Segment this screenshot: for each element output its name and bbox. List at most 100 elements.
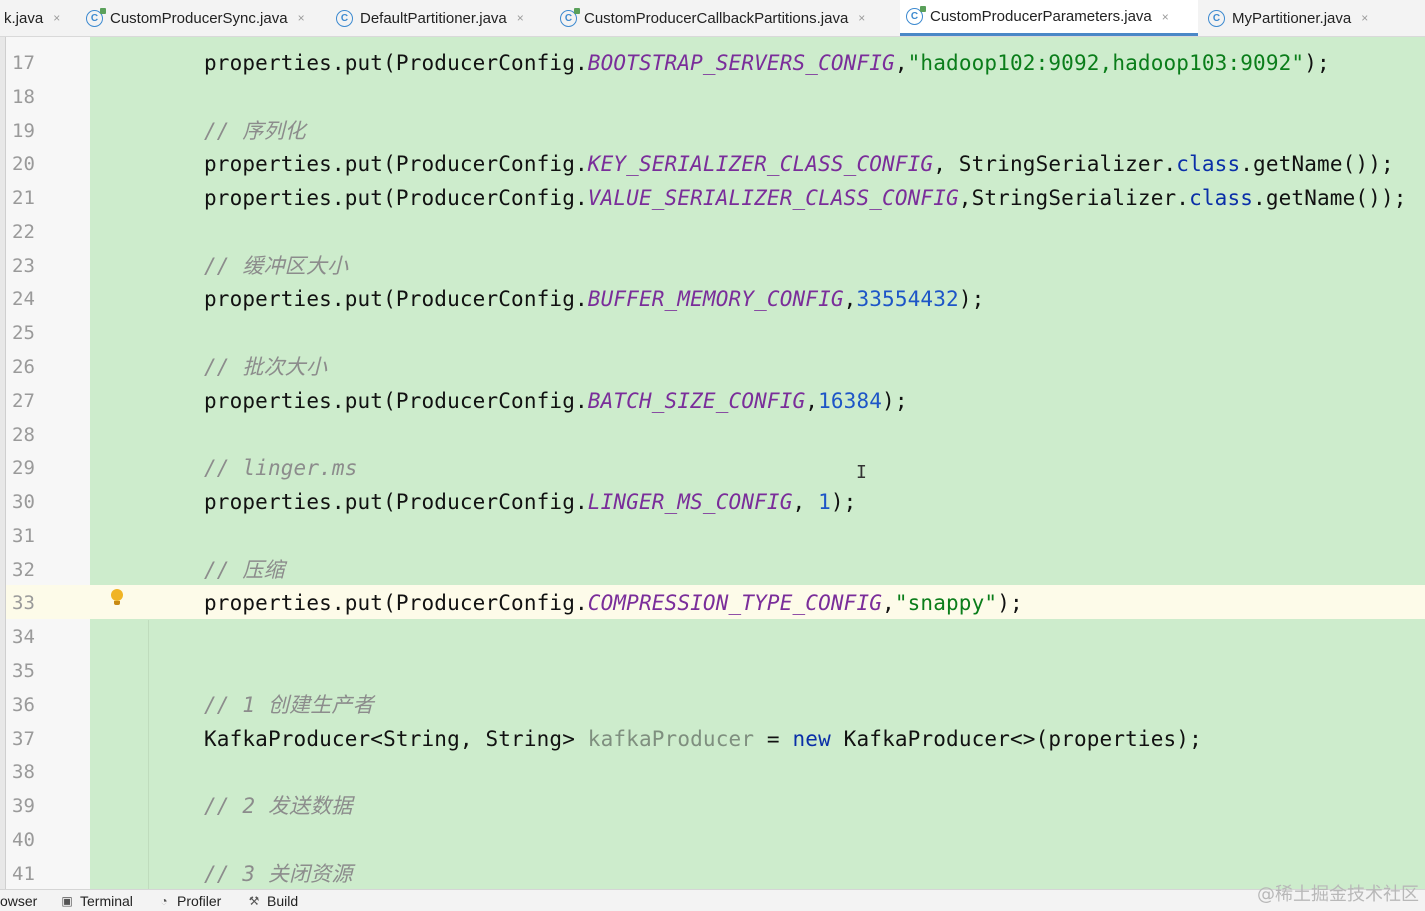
code-text[interactable]: properties.put(ProducerConfig.VALUE_SERI… — [204, 181, 1407, 215]
code-line[interactable]: 39 // 2 发送数据 — [0, 789, 1425, 823]
code-text[interactable]: // linger.ms — [204, 451, 358, 485]
close-icon[interactable]: × — [1162, 10, 1169, 24]
code-line[interactable]: 19 // 序列化 — [0, 114, 1425, 148]
code-token: LINGER_MS_CONFIG — [587, 490, 793, 515]
code-line[interactable]: 32 // 压缩 — [0, 553, 1425, 587]
tab-custom-producer-parameters[interactable]: C CustomProducerParameters.java × — [900, 0, 1198, 36]
line-number[interactable]: 24 — [12, 282, 52, 316]
code-line[interactable]: 37 KafkaProducer<String, String> kafkaPro… — [0, 722, 1425, 756]
code-token: properties.put(ProducerConfig. — [204, 287, 588, 312]
code-text[interactable]: // 批次大小 — [204, 350, 327, 384]
line-number[interactable]: 19 — [12, 114, 52, 148]
line-number[interactable]: 37 — [12, 722, 52, 756]
code-line[interactable]: 34 — [0, 620, 1425, 654]
code-line[interactable]: 35 — [0, 654, 1425, 688]
editor-tab-bar: k.java × C CustomProducerSync.java × C D… — [0, 0, 1425, 37]
code-text[interactable]: properties.put(ProducerConfig.COMPRESSIO… — [204, 586, 1023, 620]
line-number[interactable]: 36 — [12, 688, 52, 722]
line-number[interactable]: 34 — [12, 620, 52, 654]
code-line[interactable]: 22 — [0, 215, 1425, 249]
code-line[interactable]: 38 — [0, 755, 1425, 789]
code-line[interactable]: 26 // 批次大小 — [0, 350, 1425, 384]
code-text[interactable]: // 缓冲区大小 — [204, 249, 348, 283]
line-number[interactable]: 41 — [12, 857, 52, 891]
java-class-icon: C — [906, 6, 926, 25]
line-number[interactable]: 18 — [12, 80, 52, 114]
code-line[interactable]: 23 // 缓冲区大小 — [0, 249, 1425, 283]
code-line[interactable]: 21 properties.put(ProducerConfig.VALUE_SE… — [0, 181, 1425, 215]
line-number[interactable]: 30 — [12, 485, 52, 519]
line-number[interactable]: 17 — [12, 46, 52, 80]
line-number[interactable]: 35 — [12, 654, 52, 688]
code-text[interactable]: properties.put(ProducerConfig.KEY_SERIAL… — [204, 147, 1394, 181]
code-token: BUFFER_MEMORY_CONFIG — [587, 287, 844, 312]
line-number[interactable]: 26 — [12, 350, 52, 384]
tab-k-java[interactable]: k.java × — [0, 0, 66, 36]
code-token: , — [894, 51, 908, 75]
line-number[interactable]: 40 — [12, 823, 52, 857]
close-icon[interactable]: × — [858, 11, 865, 25]
tool-build[interactable]: ⚒ Build — [247, 890, 299, 911]
code-line[interactable]: 25 — [0, 316, 1425, 350]
line-number[interactable]: 28 — [12, 418, 52, 452]
code-text[interactable]: // 1 创建生产者 — [204, 688, 374, 722]
close-icon[interactable]: × — [517, 11, 524, 25]
line-number[interactable]: 32 — [12, 553, 52, 587]
close-icon[interactable]: × — [298, 11, 305, 25]
code-line[interactable]: 30 properties.put(ProducerConfig.LINGER_M… — [0, 485, 1425, 519]
tool-profiler[interactable]: ◔ Profiler — [157, 890, 221, 911]
code-text[interactable]: properties.put(ProducerConfig.LINGER_MS_… — [204, 485, 856, 519]
code-line[interactable]: 17 properties.put(ProducerConfig.BOOTSTRA… — [0, 46, 1425, 80]
line-number[interactable]: 21 — [12, 181, 52, 215]
code-text[interactable]: // 2 发送数据 — [204, 789, 353, 823]
line-number[interactable]: 23 — [12, 249, 52, 283]
line-number[interactable]: 33 — [12, 586, 52, 620]
tool-browser[interactable]: owser — [0, 890, 37, 911]
code-token: KafkaProducer<String, String> — [204, 726, 588, 751]
close-icon[interactable]: × — [1361, 11, 1368, 25]
code-line[interactable]: 36 // 1 创建生产者 — [0, 688, 1425, 722]
tab-my-partitioner[interactable]: C MyPartitioner.java × — [1202, 0, 1374, 36]
code-token: ); — [1304, 51, 1330, 75]
code-line[interactable]: 27 properties.put(ProducerConfig.BATCH_SI… — [0, 384, 1425, 418]
tab-custom-producer-callback-partitions[interactable]: C CustomProducerCallbackPartitions.java … — [554, 0, 871, 36]
line-number[interactable]: 20 — [12, 147, 52, 181]
code-line[interactable]: 28 — [0, 418, 1425, 452]
code-line[interactable]: 41 // 3 关闭资源 — [0, 857, 1425, 891]
code-token: , — [843, 287, 857, 312]
code-line[interactable]: 40 — [0, 823, 1425, 857]
code-text[interactable]: // 序列化 — [204, 114, 306, 148]
code-token: class — [1176, 152, 1241, 177]
line-number[interactable]: 38 — [12, 755, 52, 789]
code-token: ); — [882, 388, 908, 413]
ide-window: k.java × C CustomProducerSync.java × C D… — [0, 0, 1425, 911]
code-line[interactable]: 33 properties.put(ProducerConfig.COMPRESS… — [0, 586, 1425, 620]
code-token: BOOTSTRAP_SERVERS_CONFIG — [587, 51, 895, 75]
code-text[interactable]: properties.put(ProducerConfig.BOOTSTRAP_… — [204, 46, 1330, 80]
line-number[interactable]: 27 — [12, 384, 52, 418]
tool-terminal[interactable]: ▣ Terminal — [60, 890, 133, 911]
code-token: KEY_SERIALIZER_CLASS_CONFIG — [587, 152, 934, 177]
code-text[interactable]: properties.put(ProducerConfig.BUFFER_MEM… — [204, 282, 984, 316]
code-text[interactable]: // 压缩 — [204, 553, 285, 587]
code-text[interactable]: properties.put(ProducerConfig.BATCH_SIZE… — [204, 384, 908, 418]
line-number[interactable]: 39 — [12, 789, 52, 823]
line-number[interactable]: 31 — [12, 519, 52, 553]
line-number[interactable]: 22 — [12, 215, 52, 249]
line-number[interactable]: 29 — [12, 451, 52, 485]
code-line[interactable]: 29 // linger.ms — [0, 451, 1425, 485]
close-icon[interactable]: × — [53, 11, 60, 25]
code-token: // 2 发送数据 — [204, 794, 353, 819]
code-token: // 缓冲区大小 — [204, 253, 349, 278]
tab-default-partitioner[interactable]: C DefaultPartitioner.java × — [330, 0, 530, 36]
code-token: // 1 创建生产者 — [204, 692, 374, 717]
code-text[interactable]: KafkaProducer<String, String> kafkaProdu… — [204, 722, 1202, 756]
line-number[interactable]: 25 — [12, 316, 52, 350]
tab-custom-producer-sync[interactable]: C CustomProducerSync.java × — [80, 0, 311, 36]
code-line[interactable]: 31 — [0, 519, 1425, 553]
code-line[interactable]: 18 — [0, 80, 1425, 114]
code-line[interactable]: 24 properties.put(ProducerConfig.BUFFER_M… — [0, 282, 1425, 316]
code-token: COMPRESSION_TYPE_CONFIG — [587, 591, 883, 616]
code-text[interactable]: // 3 关闭资源 — [204, 857, 353, 891]
code-line[interactable]: 20 properties.put(ProducerConfig.KEY_SERI… — [0, 147, 1425, 181]
